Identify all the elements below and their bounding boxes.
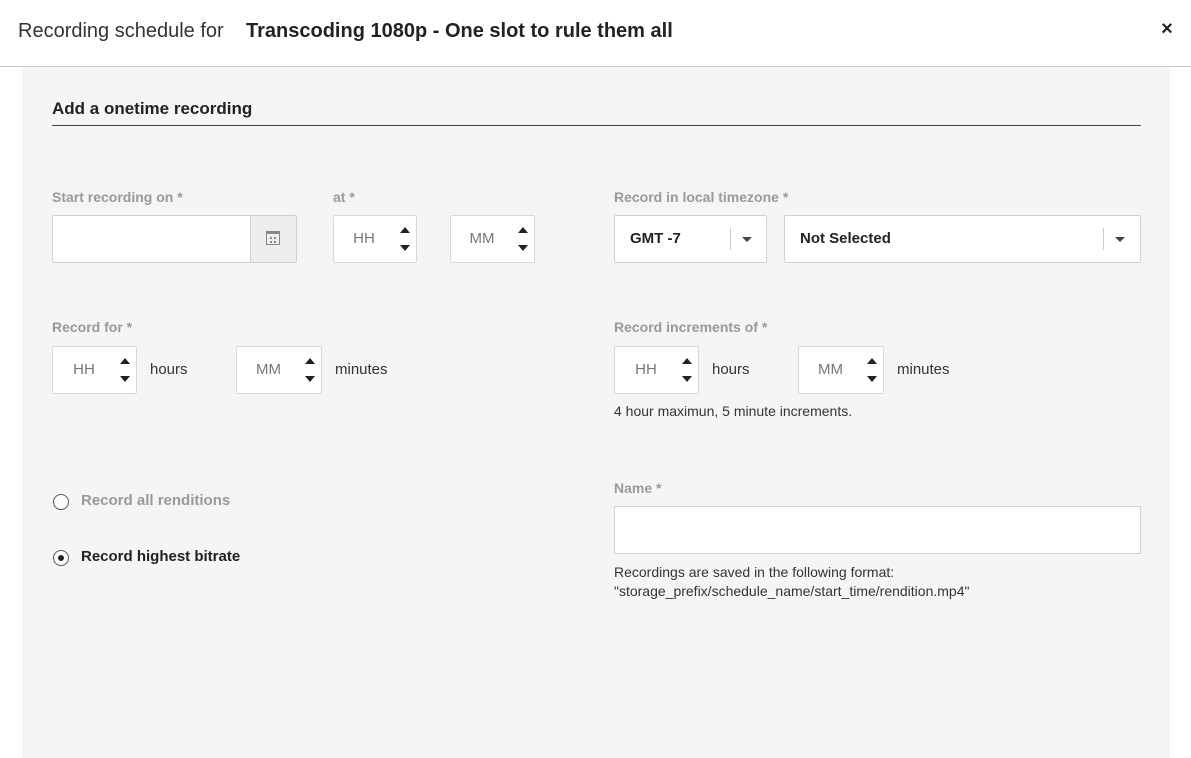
duration-hour-stepper[interactable]: HH bbox=[52, 346, 137, 394]
chevron-down-icon bbox=[1115, 237, 1125, 242]
increments-minute-placeholder: MM bbox=[818, 361, 843, 378]
timezone-label: Record in local timezone * bbox=[614, 189, 789, 205]
section-divider bbox=[52, 125, 1141, 126]
radio-record-highest-bitrate[interactable] bbox=[53, 550, 69, 566]
modal-title-prefix: Recording schedule for bbox=[18, 20, 224, 42]
start-date-label: Start recording on * bbox=[52, 189, 183, 205]
duration-label: Record for * bbox=[52, 319, 133, 335]
section-title: Add a onetime recording bbox=[52, 99, 253, 118]
duration-hours-unit: hours bbox=[150, 361, 188, 378]
name-input[interactable] bbox=[614, 506, 1141, 554]
increments-hour-placeholder: HH bbox=[635, 361, 657, 378]
start-minute-stepper[interactable]: MM bbox=[450, 215, 535, 263]
name-label: Name * bbox=[614, 480, 662, 496]
timezone-zone-value: Not Selected bbox=[800, 230, 891, 247]
chevron-down-icon bbox=[742, 237, 752, 242]
calendar-button[interactable] bbox=[250, 216, 296, 262]
duration-minute-placeholder: MM bbox=[256, 361, 281, 378]
caret-down-icon[interactable] bbox=[305, 376, 315, 382]
select-divider bbox=[1103, 228, 1104, 250]
name-format-example: "storage_prefix/schedule_name/start_time… bbox=[614, 583, 970, 599]
duration-minute-stepper[interactable]: MM bbox=[236, 346, 322, 394]
caret-down-icon[interactable] bbox=[400, 245, 410, 251]
caret-up-icon[interactable] bbox=[120, 358, 130, 364]
start-time-label: at * bbox=[333, 189, 355, 205]
increments-hour-stepper[interactable]: HH bbox=[614, 346, 699, 394]
record-highest-bitrate-label[interactable]: Record highest bitrate bbox=[81, 548, 240, 565]
duration-hour-placeholder: HH bbox=[73, 361, 95, 378]
increments-hours-unit: hours bbox=[712, 361, 750, 378]
caret-down-icon[interactable] bbox=[120, 376, 130, 382]
start-hour-placeholder: HH bbox=[353, 230, 375, 247]
caret-down-icon[interactable] bbox=[518, 245, 528, 251]
calendar-icon bbox=[266, 231, 280, 245]
select-divider bbox=[730, 228, 731, 250]
timezone-offset-select[interactable]: GMT -7 bbox=[614, 215, 767, 263]
caret-up-icon[interactable] bbox=[867, 358, 877, 364]
radio-record-all-renditions[interactable] bbox=[53, 494, 69, 510]
increments-hint: 4 hour maximun, 5 minute increments. bbox=[614, 403, 853, 419]
record-all-renditions-label[interactable]: Record all renditions bbox=[81, 492, 230, 509]
caret-down-icon[interactable] bbox=[867, 376, 877, 382]
increments-minutes-unit: minutes bbox=[897, 361, 950, 378]
caret-up-icon[interactable] bbox=[682, 358, 692, 364]
name-format-hint: Recordings are saved in the following fo… bbox=[614, 564, 895, 580]
timezone-zone-select[interactable]: Not Selected bbox=[784, 215, 1141, 263]
start-date-field[interactable] bbox=[52, 215, 297, 263]
duration-minutes-unit: minutes bbox=[335, 361, 388, 378]
caret-up-icon[interactable] bbox=[518, 227, 528, 233]
form-panel bbox=[22, 67, 1170, 758]
caret-up-icon[interactable] bbox=[305, 358, 315, 364]
start-hour-stepper[interactable]: HH bbox=[333, 215, 417, 263]
increments-label: Record increments of * bbox=[614, 319, 768, 335]
timezone-offset-value: GMT -7 bbox=[630, 230, 681, 247]
start-minute-placeholder: MM bbox=[469, 230, 495, 247]
caret-down-icon[interactable] bbox=[682, 376, 692, 382]
close-icon[interactable]: × bbox=[1158, 18, 1176, 40]
caret-up-icon[interactable] bbox=[400, 227, 410, 233]
schedule-name-title: Transcoding 1080p - One slot to rule the… bbox=[246, 20, 673, 42]
increments-minute-stepper[interactable]: MM bbox=[798, 346, 884, 394]
modal-header: Recording schedule for Transcoding 1080p… bbox=[0, 0, 1191, 66]
